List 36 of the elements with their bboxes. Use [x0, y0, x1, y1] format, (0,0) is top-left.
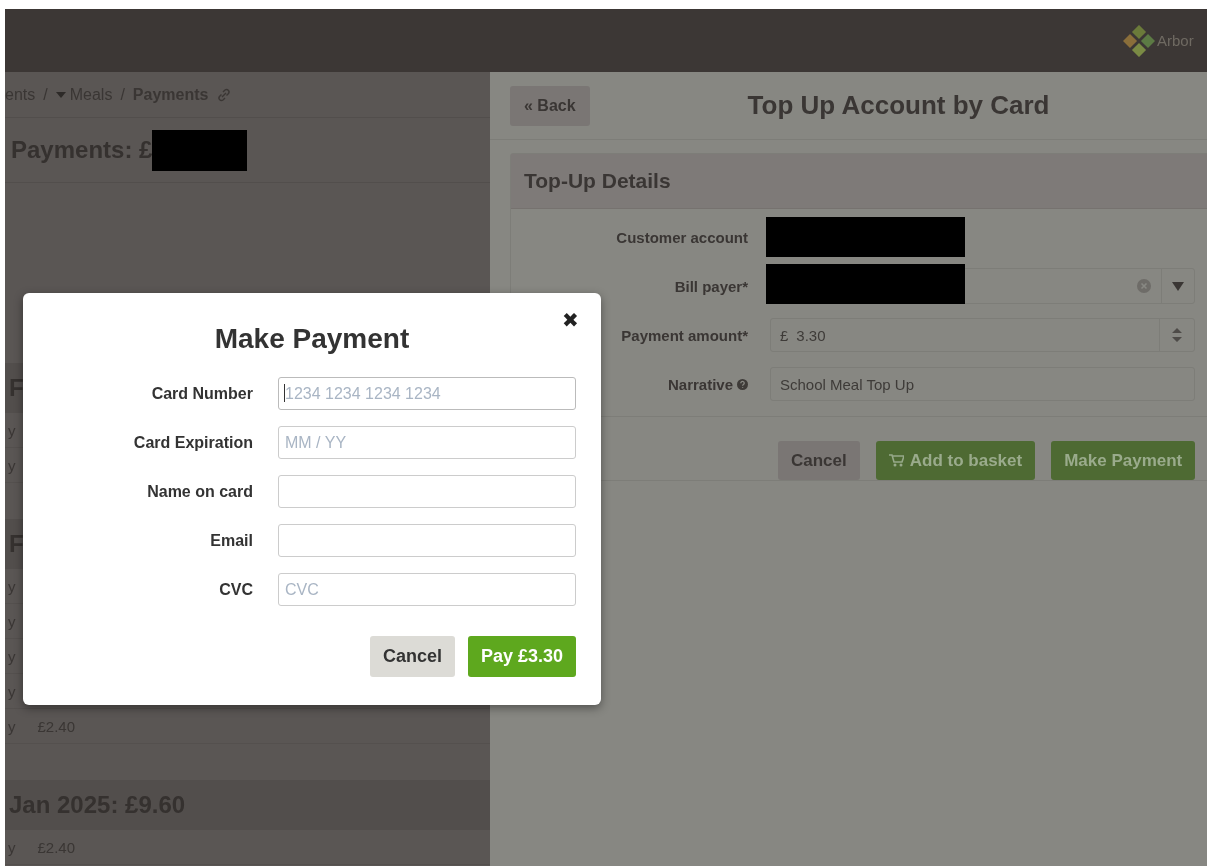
cancel-button[interactable]: Cancel [778, 441, 860, 480]
card-title: Top-Up Details [524, 169, 671, 193]
dropdown-icon[interactable] [1172, 281, 1184, 291]
breadcrumb-separator: / [43, 85, 48, 104]
dialog-title: Make Payment [213, 323, 411, 355]
amount-field[interactable]: £ 3.30 [770, 318, 1195, 352]
back-button[interactable]: « Back [510, 85, 590, 126]
spinner-icon[interactable] [1171, 325, 1183, 345]
input-field[interactable]: 1234 1234 1234 1234 [278, 377, 576, 410]
primary-button[interactable]: Make Payment [1051, 441, 1196, 480]
input-field[interactable]: MM / YY [278, 426, 576, 459]
close-button[interactable]: ✖ [562, 310, 579, 330]
clear-icon[interactable] [1137, 279, 1151, 293]
breadcrumb-separator: / [120, 85, 125, 104]
pay-button[interactable]: Pay £3.30 [467, 636, 576, 677]
input-field[interactable] [278, 475, 576, 508]
cart-icon [888, 454, 904, 467]
field-label: Card Expiration [132, 433, 253, 452]
caret-icon [55, 91, 66, 98]
field-label: Email [209, 531, 253, 550]
field-label: Bill payer* [674, 277, 748, 295]
input-field[interactable] [278, 524, 576, 557]
field-label: Customer account [616, 228, 748, 246]
narrative-field[interactable]: School Meal Top Up [770, 367, 1195, 401]
input-field[interactable]: CVC [278, 573, 576, 606]
link-icon[interactable] [216, 86, 233, 103]
field-label: Name on card [146, 482, 253, 501]
help-icon[interactable] [737, 378, 748, 390]
field-label: Payment amount* [621, 326, 748, 344]
cancel-button[interactable]: Cancel [369, 636, 455, 677]
primary-button[interactable]: Add to basket [875, 441, 1036, 480]
field-label: Narrative [667, 375, 733, 393]
logo-icon [1123, 24, 1155, 57]
field-label: CVC [218, 580, 253, 599]
panel-title: Top Up Account by Card [747, 90, 1050, 121]
field-label: Card Number [150, 384, 253, 403]
